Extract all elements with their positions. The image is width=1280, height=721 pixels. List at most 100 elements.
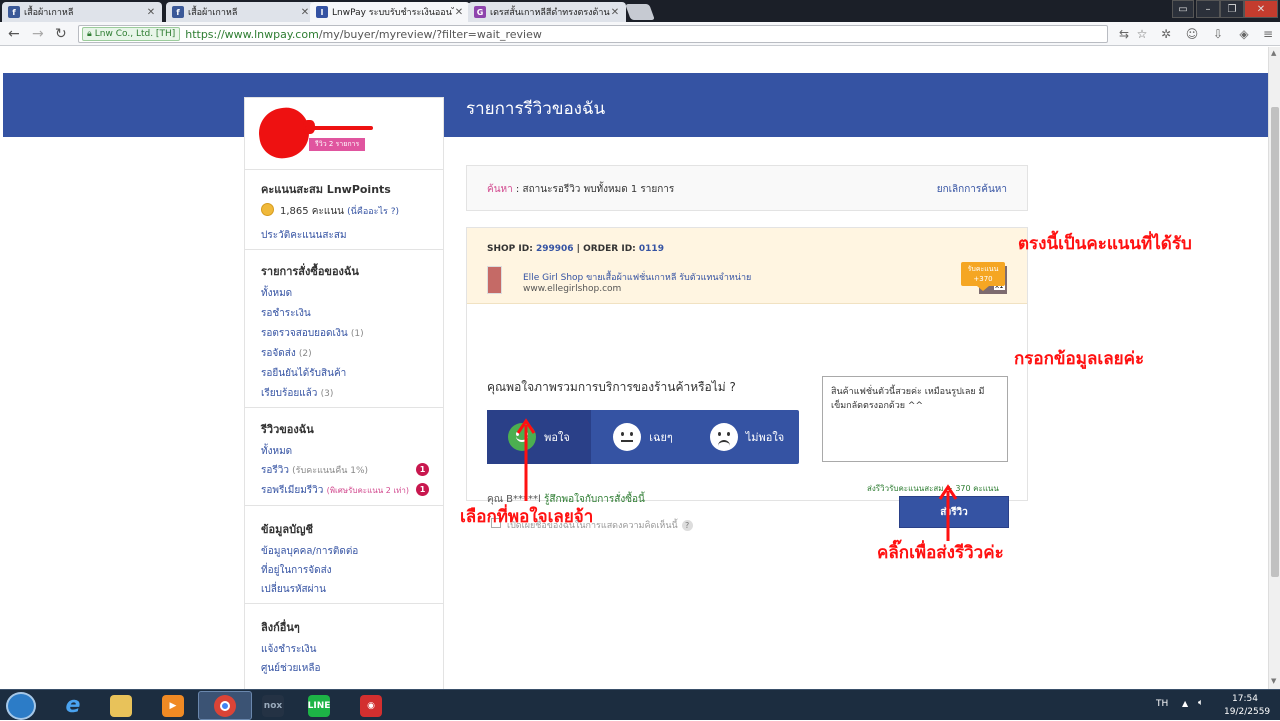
coin-icon — [261, 203, 274, 216]
clock-time[interactable]: 17:54 — [1232, 694, 1258, 704]
help-icon[interactable]: ? — [681, 520, 693, 531]
reward-value: +370 — [973, 275, 993, 283]
points-heading: คะแนนสะสม LnwPoints — [261, 183, 391, 196]
account-link-address[interactable]: ที่อยู่ในการจัดส่ง — [261, 563, 332, 578]
new-tab-button[interactable] — [625, 4, 655, 20]
search-status: ค้นหา : สถานะรอรีวิว พบทั้งหมด 1 รายการ — [487, 182, 674, 197]
orders-link-wait-shipping[interactable]: รอจัดส่ง (2) — [261, 346, 312, 361]
account-icon[interactable]: ☺ — [1184, 27, 1200, 41]
browser-tab-3[interactable]: l LnwPay ระบบรับชำระเงินออนไ... ✕ — [310, 2, 470, 22]
taskbar-line[interactable]: LINE — [292, 691, 346, 720]
browser-tabstrip: f เสื้อผ้าเกาหลี ✕ f เสื้อผ้าเกาหลี ✕ l … — [0, 0, 1280, 22]
neutral-face-icon — [613, 423, 642, 451]
shop-id[interactable]: 299906 — [536, 244, 574, 254]
reward-points-ribbon: รับคะแนน +370 — [961, 262, 1005, 291]
order-id-label: | ORDER ID: — [573, 244, 639, 254]
minimize-button[interactable]: – — [1196, 0, 1220, 18]
order-id[interactable]: 0119 — [639, 244, 664, 254]
user-icon[interactable]: ▭ — [1172, 0, 1194, 18]
link-label: รอยืนยันได้รับสินค้า — [261, 368, 347, 379]
menu-icon[interactable]: ≡ — [1260, 27, 1276, 41]
rating-satisfied-button[interactable]: พอใจ — [487, 410, 591, 464]
annotation-choose: เลือกที่พอใจเลยจ้า — [460, 507, 594, 527]
close-tab-icon[interactable]: ✕ — [300, 7, 310, 18]
scroll-down-icon[interactable]: ▼ — [1271, 677, 1276, 685]
orders-section: รายการสั่งซื้อของฉัน ทั้งหมด รอชำระเงิน … — [245, 250, 443, 408]
ssl-certificate-badge[interactable]: 🔒︎ Lnw Co., Ltd. [TH] — [82, 27, 181, 41]
notification-badge: 1 — [416, 483, 429, 496]
lnw-icon: l — [316, 6, 328, 18]
browser-tab-1[interactable]: f เสื้อผ้าเกาหลี ✕ — [2, 2, 162, 22]
volume-icon[interactable]: 🔈︎ — [1198, 698, 1203, 708]
orders-link-wait-payment[interactable]: รอชำระเงิน — [261, 306, 311, 321]
rating-label: ไม่พอใจ — [745, 431, 785, 444]
shop-name-link[interactable]: Elle Girl Shop ขายเสื้อผ้าแฟชั่นเกาหลี ร… — [523, 270, 751, 284]
orders-link-completed[interactable]: เรียบร้อยแล้ว (3) — [261, 386, 333, 401]
orders-link-confirm-receipt[interactable]: รอยืนยันได้รับสินค้า — [261, 366, 346, 381]
taskbar-explorer[interactable] — [94, 691, 148, 720]
link-payment-notify[interactable]: แจ้งชำระเงิน — [261, 642, 316, 657]
scrollbar-thumb[interactable] — [1271, 107, 1279, 577]
media-player-icon: ▶ — [162, 694, 184, 717]
camera-icon: ◉ — [360, 694, 382, 717]
review-textarea[interactable]: สินค้าแฟชั่นตัวนี้สวยค่ะ เหมือนรูปเลย มี… — [822, 376, 1008, 462]
rating-unsatisfied-button[interactable]: ไม่พอใจ — [695, 410, 799, 464]
scroll-up-icon[interactable]: ▲ — [1271, 49, 1276, 57]
link-help-center[interactable]: ศูนย์ช่วยเหลือ — [261, 661, 320, 676]
vertical-scrollbar[interactable]: ▲ ▼ — [1268, 47, 1280, 689]
rating-neutral-button[interactable]: เฉยๆ — [591, 410, 695, 464]
account-link-password[interactable]: เปลี่ยนรหัสผ่าน — [261, 582, 326, 597]
close-window-button[interactable]: ✕ — [1244, 0, 1278, 18]
browser-toolbar: ← → ↻ 🔒︎ Lnw Co., Ltd. [TH] https://www.… — [0, 22, 1280, 46]
forward-arrow-icon[interactable]: → — [32, 26, 44, 42]
folder-icon — [110, 694, 132, 717]
link-label: รอตรวจสอบยอดเงิน — [261, 328, 348, 339]
search-summary: ค้นหา : สถานะรอรีวิว พบทั้งหมด 1 รายการ … — [466, 165, 1028, 211]
lock-icon: 🔒︎ — [87, 29, 92, 39]
reload-icon[interactable]: ↻ — [55, 26, 67, 42]
browser-tab-2[interactable]: f เสื้อผ้าเกาหลี ✕ — [166, 2, 316, 22]
reviews-section: รีวิวของฉัน ทั้งหมด รอรีวิว (รับคะแนนคืน… — [245, 408, 443, 506]
back-arrow-icon[interactable]: ← — [8, 26, 20, 42]
points-balance: 1,865 คะแนน (นี่คืออะไร ?) — [280, 204, 399, 219]
address-bar[interactable]: 🔒︎ Lnw Co., Ltd. [TH] https://www.lnwpay… — [78, 25, 1108, 43]
avatar[interactable] — [255, 104, 313, 162]
cert-label: Lnw Co., Ltd. [TH] — [94, 29, 176, 39]
close-tab-icon[interactable]: ✕ — [454, 7, 464, 18]
link-count: (3) — [320, 389, 334, 399]
link-label: ทั้งหมด — [261, 446, 293, 457]
download-icon[interactable]: ⇩ — [1210, 27, 1226, 41]
cancel-search-link[interactable]: ยกเลิกการค้นหา — [937, 182, 1007, 197]
tray-expand-icon[interactable]: ▲ — [1182, 699, 1188, 708]
reviews-link-wait-review[interactable]: รอรีวิว (รับคะแนนคืน 1%) — [261, 463, 368, 478]
taskbar-media-player[interactable]: ▶ — [146, 691, 200, 720]
taskbar-chrome[interactable] — [198, 691, 252, 720]
points-hint-link[interactable]: (นี่คืออะไร ?) — [347, 207, 399, 217]
clock-date[interactable]: 19/2/2559 — [1224, 707, 1270, 717]
taskbar-ie[interactable]: e — [46, 691, 100, 720]
extension-gear-icon[interactable]: ✲ — [1158, 27, 1174, 41]
redaction-mark — [305, 126, 373, 130]
orders-link-verify-payment[interactable]: รอตรวจสอบยอดเงิน (1) — [261, 326, 364, 341]
close-tab-icon[interactable]: ✕ — [146, 7, 156, 18]
taskbar-capture[interactable]: ◉ — [344, 691, 398, 720]
tab-title: เสื้อผ้าเกาหลี — [188, 8, 238, 18]
reviews-link-premium[interactable]: รอพรีเมียมรีวิว (พิเศษรับคะแนน 2 เท่า) — [261, 483, 409, 498]
facebook-icon: f — [8, 6, 20, 18]
reviews-link-all[interactable]: ทั้งหมด — [261, 444, 292, 459]
extension-icon[interactable]: ◈ — [1236, 27, 1252, 41]
link-note: (พิเศษรับคะแนน 2 เท่า) — [326, 486, 409, 495]
start-button[interactable] — [6, 692, 36, 720]
browser-tab-4[interactable]: G เดรสสั้นเกาหลีสีดำทรงตรงด้าน... ✕ — [468, 2, 626, 22]
url-path: /my/buyer/myreview/?filter=wait_review — [318, 27, 542, 41]
maximize-button[interactable]: ❐ — [1220, 0, 1244, 18]
language-indicator[interactable]: TH — [1156, 699, 1168, 709]
star-icon[interactable]: ☆ — [1134, 27, 1150, 41]
close-tab-icon[interactable]: ✕ — [610, 7, 620, 18]
review-count-badge: รีวิว 2 รายการ — [309, 138, 366, 151]
account-link-profile[interactable]: ข้อมูลบุคคล/การติดต่อ — [261, 544, 358, 559]
translate-icon[interactable]: ⇆ — [1116, 27, 1132, 41]
orders-link-all[interactable]: ทั้งหมด — [261, 286, 292, 301]
points-history-link[interactable]: ประวัติคะแนนสะสม — [261, 228, 347, 243]
annotation-fill-in: กรอกข้อมูลเลยค่ะ — [1014, 349, 1145, 369]
